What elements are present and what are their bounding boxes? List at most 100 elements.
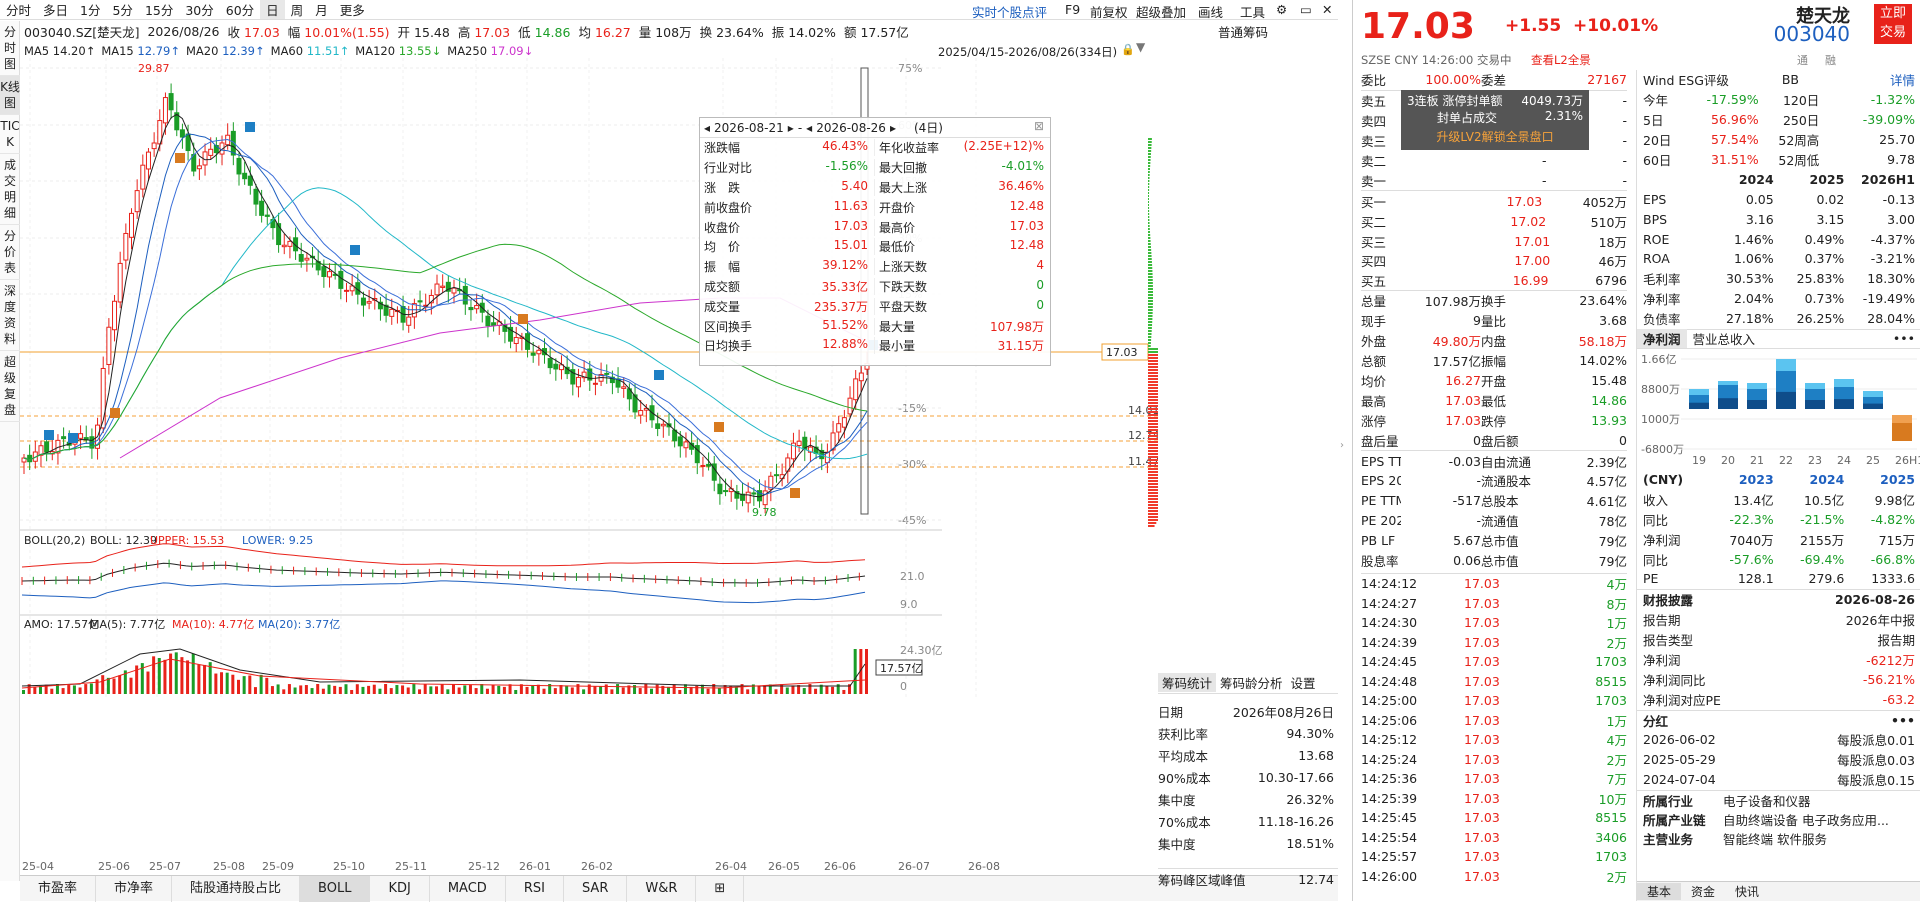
popup-value: 12.88% — [822, 337, 868, 352]
overlay-button[interactable]: 超级叠加 — [1136, 2, 1186, 21]
next-arrow-icon[interactable]: ▸ — [788, 121, 794, 135]
indicator-tab[interactable]: MACD — [430, 875, 506, 902]
period-tab[interactable]: 60分 — [220, 0, 260, 19]
indicator-tab[interactable]: RSI — [506, 875, 564, 902]
f9-button[interactable]: F9 — [1065, 2, 1080, 17]
left-nav-item[interactable]: K线图 — [0, 76, 20, 115]
more-icon[interactable]: ••• — [1893, 331, 1920, 346]
next-arrow-icon[interactable]: ▸ — [890, 121, 896, 135]
add-tab-icon[interactable]: ⊞ — [696, 875, 745, 902]
tick-time: 14:24:27 — [1361, 595, 1418, 611]
event-marker[interactable] — [175, 153, 185, 163]
volume-bar — [350, 689, 354, 694]
report-row-cell: 报告期 — [1643, 613, 1681, 629]
annual-header-cell: 2024 — [1809, 472, 1845, 488]
event-marker[interactable] — [245, 122, 255, 132]
limit-up-seal-box: 3连板 涨停封单额 4049.73万 封单占成交 2.31% 升级LV2解锁全景盘口 — [1401, 90, 1589, 150]
lock-icon[interactable]: 🔒 — [1121, 43, 1135, 56]
ma-name: MA5 — [24, 44, 50, 58]
esg-row-cell[interactable]: 详情 — [1805, 70, 1915, 89]
industry-row-cell[interactable]: 智能终端 软件服务 — [1723, 829, 1913, 848]
period-tab[interactable]: 分时 — [0, 0, 37, 19]
buy-level[interactable]: 买三 17.01 18万 — [1361, 231, 1627, 251]
left-nav-item[interactable]: 分时图 — [0, 21, 20, 76]
chip-tab[interactable]: 筹码龄分析 — [1216, 673, 1287, 692]
stat-row-cell: -517 — [1452, 493, 1481, 509]
period-tab[interactable]: 周 — [285, 0, 310, 19]
tools-button[interactable]: 工具 — [1240, 2, 1265, 21]
event-star-marker: * — [752, 58, 757, 63]
prev-arrow-icon[interactable]: ◂ — [704, 121, 710, 135]
indicator-tab[interactable]: W&R — [627, 875, 697, 902]
industry-row-cell[interactable]: 电子设备和仪器 — [1723, 791, 1913, 810]
period-tab[interactable]: 月 — [309, 0, 334, 19]
panel-toggle-icon[interactable]: › — [1340, 440, 1350, 451]
event-marker[interactable] — [714, 422, 724, 432]
period-tab[interactable]: 1分 — [74, 0, 106, 19]
close-icon[interactable]: ✕ — [1322, 2, 1332, 17]
profit-bar-chart[interactable]: 1.66亿 8800万 1000万 -6800万 19 20 21 22 23 24 25 26H1 — [1637, 349, 1920, 467]
popup-close-icon[interactable]: ⊠ — [1034, 119, 1044, 133]
period-tab[interactable]: 日 — [260, 0, 285, 19]
indicator-tab[interactable]: 市净率 — [96, 875, 173, 902]
event-marker[interactable] — [68, 433, 78, 443]
ma-value: 12.79↑ — [137, 44, 180, 58]
stock-review-link[interactable]: 实时个股点评 — [972, 2, 1047, 21]
event-marker[interactable] — [654, 370, 664, 380]
indicator-tab[interactable]: 陆股通持股占比 — [172, 875, 301, 902]
indicator-tab[interactable]: BOLL — [300, 875, 371, 902]
detail-tab[interactable]: 基本 — [1637, 883, 1682, 900]
buy-level[interactable]: 买一 17.03 4052万 — [1361, 191, 1627, 211]
buy-level[interactable]: 买二 17.02 510万 — [1361, 211, 1627, 231]
tick-vol: 1703 — [1595, 654, 1627, 670]
chip-tab[interactable]: 筹码统计 — [1158, 673, 1217, 692]
indicator-tab[interactable]: SAR — [564, 875, 628, 902]
chip-tab[interactable]: 设置 — [1287, 673, 1320, 692]
event-marker[interactable] — [350, 245, 360, 255]
ma-name: MA60 — [270, 44, 304, 58]
indicator-tab[interactable]: KDJ — [370, 875, 430, 902]
boll-tick: 21.0 — [900, 570, 925, 583]
volume-bar — [842, 689, 846, 694]
sell-level[interactable]: 卖二 - - — [1361, 151, 1627, 171]
event-marker[interactable] — [110, 408, 120, 418]
period-tab[interactable]: 更多 — [334, 0, 371, 19]
period-tab[interactable]: 30分 — [179, 0, 219, 19]
adjust-button[interactable]: 前复权 — [1090, 2, 1128, 21]
detail-tab[interactable]: 快讯 — [1725, 883, 1769, 900]
trade-button[interactable]: 立即交易 — [1874, 4, 1912, 44]
left-nav-item[interactable]: 超级复盘 — [0, 351, 20, 422]
sell-level[interactable]: 卖一 - - — [1361, 170, 1627, 190]
revenue-tab[interactable]: 净利润 — [1637, 329, 1687, 349]
period-tab[interactable]: 15分 — [139, 0, 179, 19]
event-marker[interactable] — [518, 314, 528, 324]
event-marker[interactable] — [790, 488, 800, 498]
gear-icon[interactable]: ⚙ — [1276, 2, 1287, 17]
y-tick-label: -6800万 — [1641, 443, 1684, 456]
left-nav-item[interactable]: 成交明细 — [0, 154, 20, 225]
indicator-tab[interactable]: 市盈率 — [20, 875, 97, 902]
popup-to-date[interactable]: 2026-08-26 — [816, 121, 886, 135]
l2-link[interactable]: 查看L2全景 — [1531, 52, 1591, 68]
left-nav-item[interactable]: 分价表 — [0, 225, 20, 280]
candle-body — [366, 301, 372, 304]
popup-from-date[interactable]: 2026-08-21 — [714, 121, 784, 135]
left-nav-item[interactable]: TICK — [0, 115, 20, 154]
upgrade-l2-link[interactable]: 升级LV2解锁全景盘口 — [1407, 128, 1583, 145]
period-tab[interactable]: 5分 — [106, 0, 138, 19]
draw-button[interactable]: 画线 — [1198, 2, 1223, 21]
event-marker[interactable] — [44, 430, 54, 440]
left-nav-item[interactable]: 深度资料 — [0, 280, 20, 351]
revenue-tab[interactable]: 营业总收入 — [1687, 329, 1762, 348]
expand-arrow-icon[interactable]: ▼ — [1136, 40, 1145, 54]
detail-tab[interactable]: 资金 — [1681, 883, 1725, 900]
report-row-cell: 2026年中报 — [1845, 613, 1915, 629]
prev-arrow-icon[interactable]: ◂ — [806, 121, 812, 135]
collapse-icon[interactable]: ▭ — [1300, 2, 1312, 17]
industry-row-cell[interactable]: 自助终端设备 电子政务应用... — [1723, 810, 1913, 829]
period-tab[interactable]: 多日 — [37, 0, 74, 19]
volume-bar — [831, 686, 835, 694]
more-icon[interactable]: ••• — [1891, 713, 1915, 728]
buy-level[interactable]: 买四 17.00 46万 — [1361, 251, 1627, 271]
buy-level[interactable]: 买五 16.99 6796 — [1361, 271, 1627, 291]
